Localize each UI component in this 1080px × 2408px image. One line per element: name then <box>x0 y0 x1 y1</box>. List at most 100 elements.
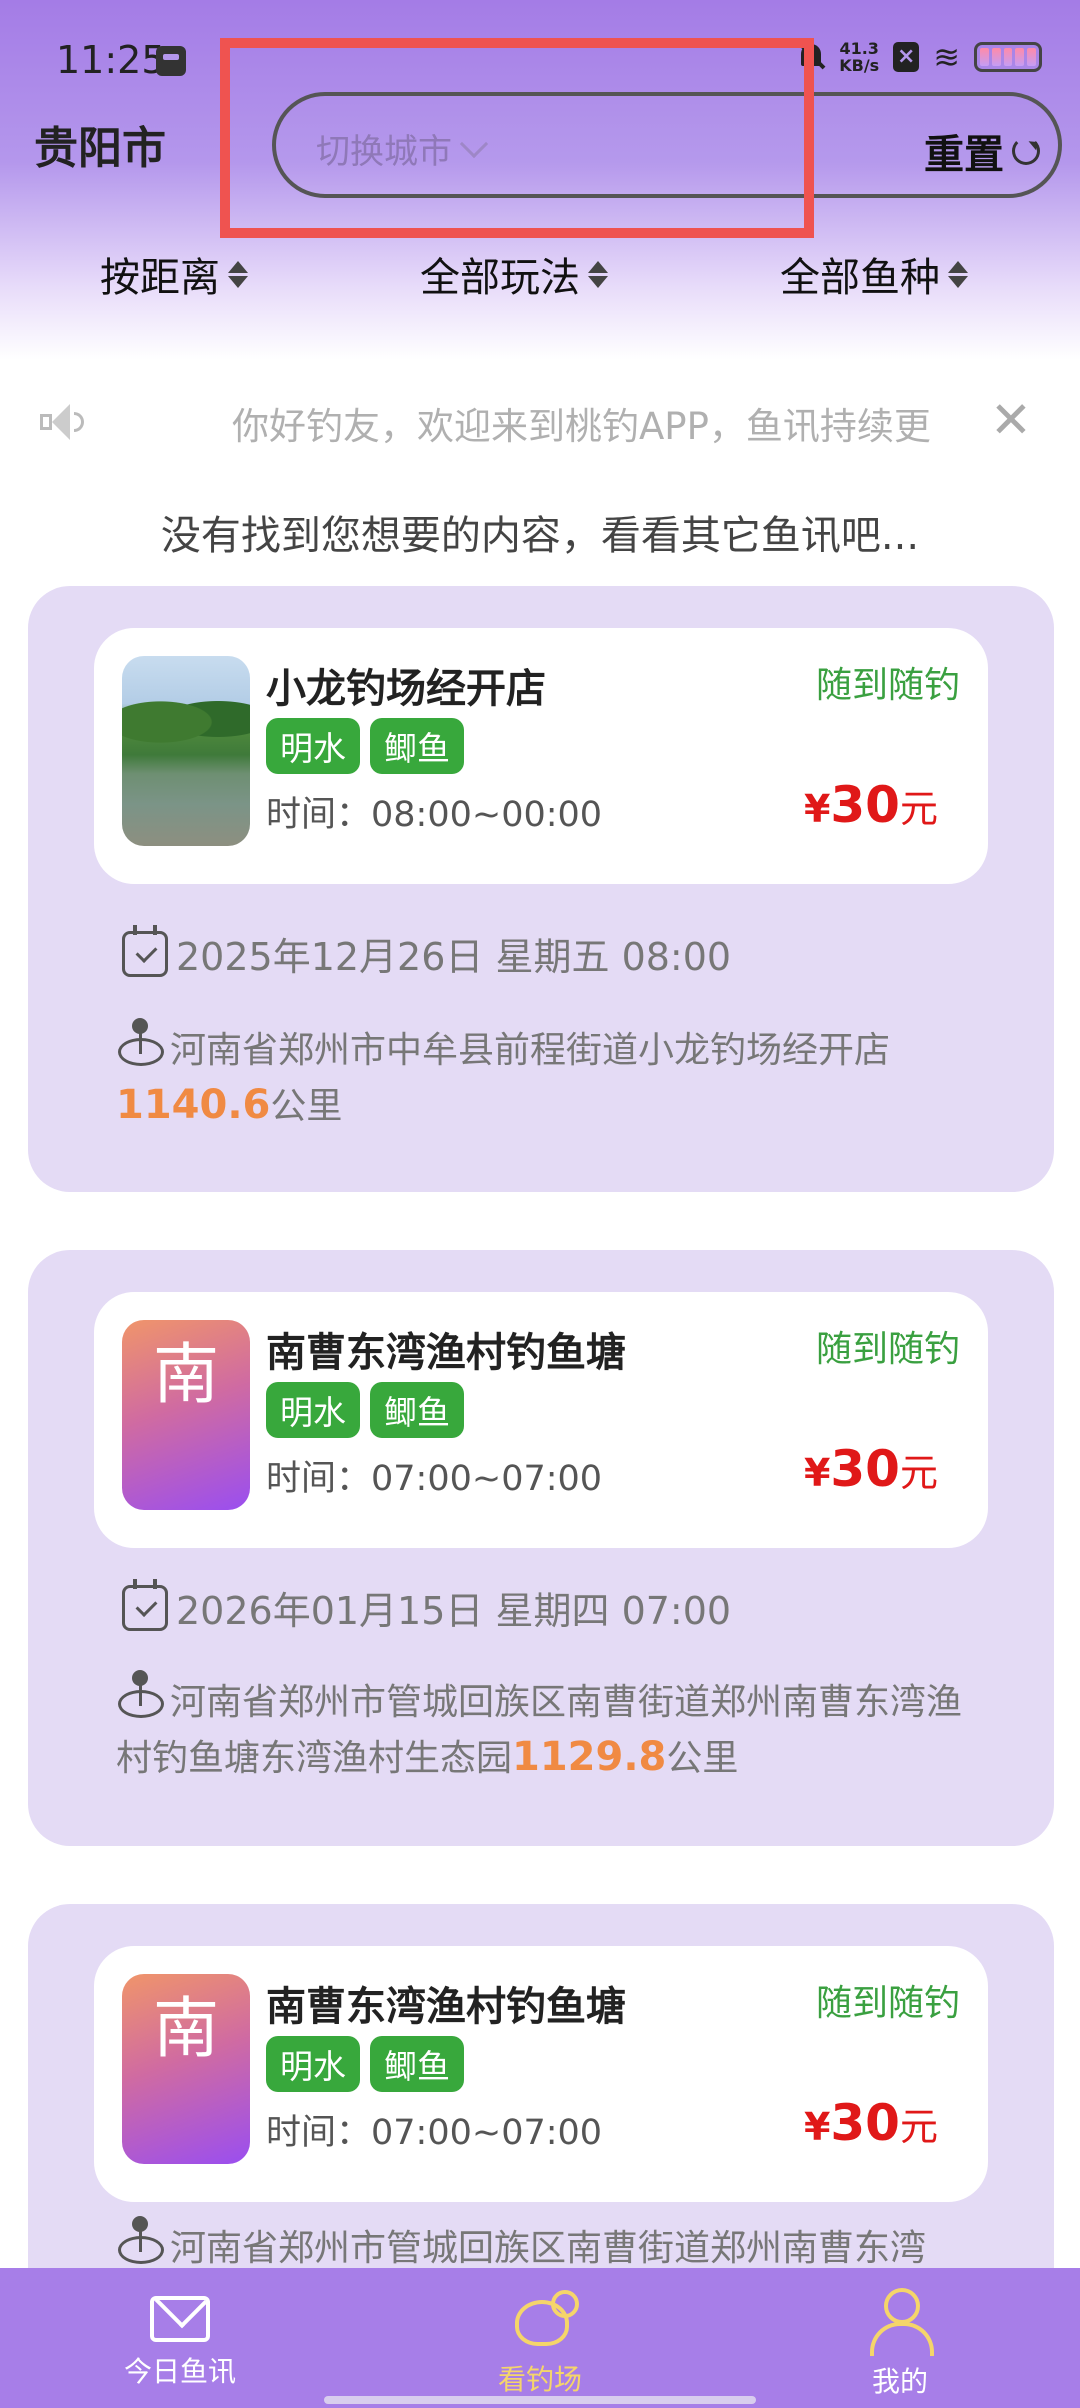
venue-mode: 随到随钓 <box>815 665 960 706</box>
location-pin-icon <box>116 2216 164 2266</box>
status-indicators: 41.3 KB/s × ≋ <box>797 40 1042 74</box>
sort-icon <box>228 260 248 288</box>
address-text: 河南省郑州市管城回族区南曹街道郑州南曹东湾 <box>170 2228 927 2269</box>
tag: 明水 <box>266 2036 360 2092</box>
venue-card[interactable]: 南 南曹东湾渔村钓鱼塘 明水 鲫鱼 时间：07:00~07:00 随到随钓 ¥3… <box>28 1250 1054 1846</box>
fish-icon <box>505 2290 579 2350</box>
price-unit: 元 <box>899 1451 938 1495</box>
venue-card[interactable]: 小龙钓场经开店 明水 鲫鱼 时间：08:00~00:00 随到随钓 ¥30元 2… <box>28 586 1054 1192</box>
bottom-nav: 今日鱼讯 看钓场 我的 <box>0 2268 1080 2408</box>
price-currency: ¥ <box>803 787 831 831</box>
nav-venues[interactable]: 看钓场 <box>440 2282 640 2398</box>
venue-mode: 随到随钓 <box>815 1983 960 2024</box>
venue-summary: 南 南曹东湾渔村钓鱼塘 明水 鲫鱼 时间：07:00~07:00 随到随钓 ¥3… <box>94 1946 988 2202</box>
speaker-icon <box>40 402 86 442</box>
mute-icon <box>797 40 825 74</box>
filter-play-type-label: 全部玩法 <box>420 255 580 301</box>
venue-tags: 明水 鲫鱼 <box>266 2036 464 2092</box>
filter-fish-type[interactable]: 全部鱼种 <box>780 245 968 303</box>
reset-label: 重置 <box>924 132 1004 178</box>
switch-city-dropdown[interactable]: 切换城市 <box>316 124 489 173</box>
venue-photo <box>122 656 250 846</box>
venue-tags: 明水 鲫鱼 <box>266 718 464 774</box>
tag: 鲫鱼 <box>370 1382 464 1438</box>
tag: 明水 <box>266 718 360 774</box>
distance-unit: 公里 <box>666 1738 739 1779</box>
distance-value: 1129.8 <box>512 1734 667 1780</box>
hours-label: 时间： <box>266 795 372 835</box>
chevron-down-icon <box>459 129 489 158</box>
venue-mode: 随到随钓 <box>815 1329 960 1370</box>
venue-name: 南曹东湾渔村钓鱼塘 <box>266 1330 626 1376</box>
filter-play-type[interactable]: 全部玩法 <box>420 245 608 303</box>
price-amount: 30 <box>830 2094 900 2152</box>
mail-icon <box>150 2296 210 2342</box>
venue-name: 南曹东湾渔村钓鱼塘 <box>266 1984 626 2030</box>
calendar-icon <box>122 1578 168 1631</box>
nav-label: 今日鱼讯 <box>123 2355 236 2388</box>
price-unit: 元 <box>899 787 938 831</box>
filter-bar: 按距离 全部玩法 全部鱼种 <box>0 245 1080 309</box>
network-speed-unit: KB/s <box>839 56 880 75</box>
refresh-icon <box>1012 137 1040 165</box>
venue-price: ¥30元 <box>804 1440 938 1498</box>
home-indicator[interactable] <box>324 2396 756 2404</box>
nav-today-news[interactable]: 今日鱼讯 <box>80 2282 280 2390</box>
hours-value: 07:00~07:00 <box>371 2113 603 2153</box>
network-speed: 41.3 KB/s <box>839 40 879 74</box>
user-icon <box>870 2288 934 2356</box>
close-icon[interactable]: ✕ <box>990 392 1032 448</box>
status-time: 11:25 <box>56 38 166 82</box>
tag: 鲫鱼 <box>370 718 464 774</box>
empty-hint: 没有找到您想要的内容，看看其它鱼讯吧... <box>160 513 920 559</box>
battery-icon <box>974 42 1042 72</box>
calendar-icon <box>122 924 168 977</box>
tag: 鲫鱼 <box>370 2036 464 2092</box>
distance-unit: 公里 <box>270 1086 343 1127</box>
event-date: 2025年12月26日 星期五 08:00 <box>122 924 732 981</box>
venue-avatar: 南 <box>122 1320 250 1510</box>
filter-distance-label: 按距离 <box>100 255 220 301</box>
reset-button[interactable]: 重置 <box>924 122 1040 180</box>
venue-hours: 时间：08:00~00:00 <box>266 786 602 837</box>
wifi-icon: ≋ <box>933 38 960 76</box>
city-search-bar: 切换城市 重置 <box>272 92 1062 198</box>
hours-label: 时间： <box>266 1459 372 1499</box>
venue-price: ¥30元 <box>804 776 938 834</box>
current-city[interactable]: 贵阳市 <box>34 112 166 176</box>
venue-address: 河南省郑州市管城回族区南曹街道郑州南曹东湾 <box>116 2216 996 2276</box>
venue-summary: 小龙钓场经开店 明水 鲫鱼 时间：08:00~00:00 随到随钓 ¥30元 <box>94 628 988 884</box>
venue-price: ¥30元 <box>804 2094 938 2152</box>
hours-label: 时间： <box>266 2113 372 2153</box>
venue-address: 河南省郑州市管城回族区南曹街道郑州南曹东湾渔村钓鱼塘东湾渔村生态园1129.8公… <box>116 1670 996 1786</box>
venue-address: 河南省郑州市中牟县前程街道小龙钓场经开店 1140.6公里 <box>116 1018 996 1134</box>
filter-distance[interactable]: 按距离 <box>100 245 248 303</box>
hours-value: 08:00~00:00 <box>371 795 603 835</box>
nav-profile[interactable]: 我的 <box>800 2282 1000 2400</box>
nav-label: 我的 <box>871 2365 928 2398</box>
notice-marquee: 你好钓友，欢迎来到桃钓APP，鱼讯持续更 <box>232 405 931 448</box>
address-text: 河南省郑州市中牟县前程街道小龙钓场经开店 <box>170 1030 891 1071</box>
venue-summary: 南 南曹东湾渔村钓鱼塘 明水 鲫鱼 时间：07:00~07:00 随到随钓 ¥3… <box>94 1292 988 1548</box>
venue-hours: 时间：07:00~07:00 <box>266 2104 602 2155</box>
venue-avatar: 南 <box>122 1974 250 2164</box>
price-amount: 30 <box>830 776 900 834</box>
venue-name: 小龙钓场经开店 <box>266 666 546 712</box>
sim-off-icon: × <box>893 42 920 72</box>
hours-value: 07:00~07:00 <box>371 1459 603 1499</box>
venue-hours: 时间：07:00~07:00 <box>266 1450 602 1501</box>
switch-city-label: 切换城市 <box>316 132 452 172</box>
price-unit: 元 <box>899 2105 938 2149</box>
app-notification-icon <box>156 46 186 76</box>
sort-icon <box>588 260 608 288</box>
event-date: 2026年01月15日 星期四 07:00 <box>122 1578 731 1635</box>
nav-label: 看钓场 <box>497 2363 582 2396</box>
location-pin-icon <box>116 1018 164 1068</box>
price-currency: ¥ <box>803 2105 831 2149</box>
venue-tags: 明水 鲫鱼 <box>266 1382 464 1438</box>
location-pin-icon <box>116 1670 164 1720</box>
tag: 明水 <box>266 1382 360 1438</box>
filter-fish-type-label: 全部鱼种 <box>780 255 940 301</box>
event-date-text: 2025年12月26日 星期五 08:00 <box>176 935 732 979</box>
price-amount: 30 <box>830 1440 900 1498</box>
